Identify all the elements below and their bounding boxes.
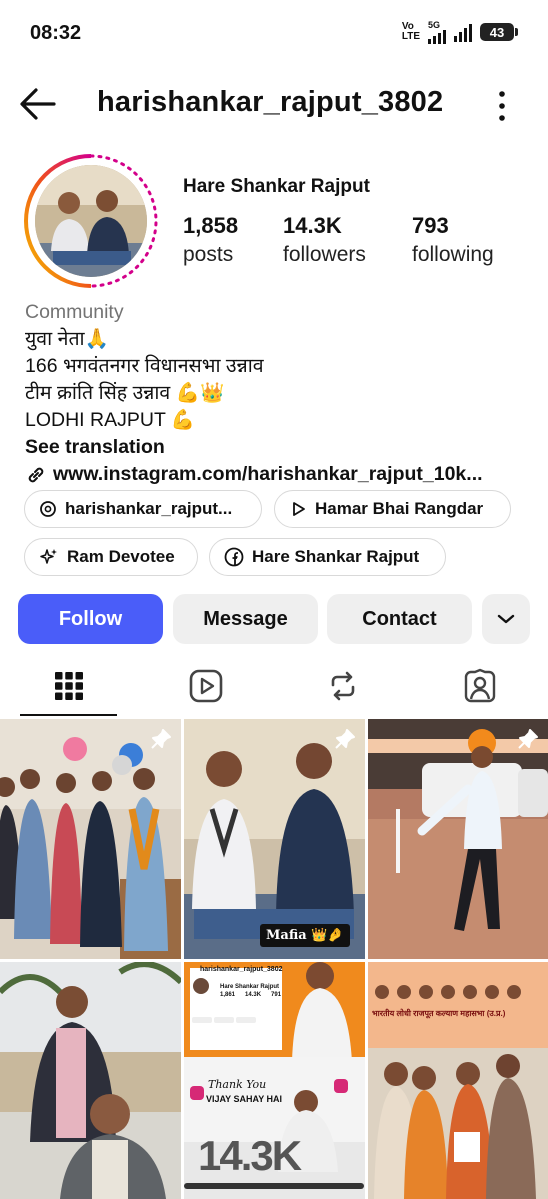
reels-icon xyxy=(189,669,222,703)
top-nav: harishankar_rajput_3802 xyxy=(0,80,548,130)
display-name: Hare Shankar Rajput xyxy=(183,176,370,197)
pin-icon xyxy=(518,729,538,749)
grid-icon xyxy=(54,672,83,700)
chevron-down-icon xyxy=(497,614,515,624)
posts-grid: Mafia 👑🤌 harishankar_rajput_3802 Hare Sh… xyxy=(0,719,548,1199)
link-icon xyxy=(28,467,44,482)
profile-tabs xyxy=(0,656,548,716)
post-tile[interactable]: harishankar_rajput_3802 Hare Shankar Raj… xyxy=(184,962,365,1199)
bio-line: LODHI RAJPUT 💪 xyxy=(25,409,196,431)
bio-line: 166 भगवंतनगर विधानसभा उन्नाव xyxy=(25,355,264,377)
pin-icon xyxy=(335,729,355,749)
post-caption-sticker: Mafia 👑🤌 xyxy=(260,924,350,947)
vertical-dots-icon[interactable] xyxy=(492,88,512,124)
bio: Community युवा नेता🙏 166 भगवंतनगर विधानस… xyxy=(25,299,535,488)
post-tile[interactable]: Mafia 👑🤌 xyxy=(184,719,365,959)
post-tile[interactable] xyxy=(0,962,181,1199)
post-image xyxy=(0,719,181,959)
tagged-icon xyxy=(464,668,495,703)
status-bar: 08:32 Vo LTE 5G 43 xyxy=(0,0,548,66)
message-button[interactable]: Message xyxy=(173,594,318,644)
stat-following[interactable]: 793 following xyxy=(412,213,494,267)
chip-ram-devotee[interactable]: Ram Devotee xyxy=(24,538,198,576)
avatar[interactable] xyxy=(22,152,160,290)
post-banner-text: भारतीय लोधी राजपूत कल्याण महासभा (उ.प्र.… xyxy=(372,1009,506,1018)
post-thank-you: Thank You xyxy=(208,1078,267,1091)
bio-line: युवा नेता🙏 xyxy=(25,328,109,350)
suggested-dropdown-button[interactable] xyxy=(482,594,530,644)
post-vijay: VIJAY SAHAY HAI xyxy=(206,1094,283,1104)
bio-category: Community xyxy=(25,301,124,323)
stat-followers[interactable]: 14.3K followers xyxy=(283,213,366,267)
post-image xyxy=(0,962,181,1199)
active-tab-indicator xyxy=(20,713,117,716)
signal-icon xyxy=(428,30,446,44)
avatar-photo xyxy=(35,165,147,277)
signal-icon-2 xyxy=(454,22,472,42)
contact-button[interactable]: Contact xyxy=(327,594,472,644)
tab-grid[interactable] xyxy=(0,656,137,716)
follow-button[interactable]: Follow xyxy=(18,594,163,644)
profile-username: harishankar_rajput_3802 xyxy=(97,86,444,118)
post-tile[interactable]: भारतीय लोधी राजपूत कल्याण महासभा (उ.प्र.… xyxy=(368,962,548,1199)
chip-threads[interactable]: harishankar_rajput... xyxy=(24,490,262,528)
threads-icon xyxy=(40,501,56,517)
post-image xyxy=(184,719,365,959)
post-tile[interactable] xyxy=(0,719,181,959)
post-mini-stats: 1,861 14.3K 791 xyxy=(220,992,282,998)
post-image xyxy=(368,719,548,959)
stat-posts[interactable]: 1,858 posts xyxy=(183,213,238,267)
tab-reels[interactable] xyxy=(137,656,274,716)
pin-icon xyxy=(151,729,171,749)
post-mini-username: harishankar_rajput_3802 xyxy=(200,966,283,973)
status-icons: Vo LTE 5G 43 xyxy=(401,20,518,44)
tab-tagged[interactable] xyxy=(411,656,548,716)
volte-icon: Vo LTE xyxy=(401,21,420,42)
facebook-icon xyxy=(224,547,244,567)
battery-icon: 43 xyxy=(480,23,518,41)
tab-reposts[interactable] xyxy=(274,656,411,716)
status-time: 08:32 xyxy=(30,22,82,44)
chip-hamar-bhai[interactable]: Hamar Bhai Rangdar xyxy=(274,490,511,528)
chip-facebook[interactable]: Hare Shankar Rajput xyxy=(209,538,446,576)
arrow-left-icon[interactable] xyxy=(18,86,58,122)
play-icon xyxy=(293,502,305,516)
bio-link[interactable]: www.instagram.com/harishankar_rajput_10k… xyxy=(25,461,535,488)
network-label: 5G xyxy=(428,20,441,30)
bio-line: टीम क्रांति सिंह उन्नाव 💪👑 xyxy=(25,382,225,404)
post-big-count: 14.3K xyxy=(198,1132,302,1179)
reposts-icon xyxy=(331,671,354,701)
see-translation-link[interactable]: See translation xyxy=(25,434,535,461)
sparkle-icon xyxy=(40,549,57,564)
post-image xyxy=(368,962,548,1199)
post-tile[interactable] xyxy=(368,719,548,959)
post-mini-name: Hare Shankar Rajput xyxy=(220,984,280,990)
home-indicator[interactable] xyxy=(184,1183,364,1189)
